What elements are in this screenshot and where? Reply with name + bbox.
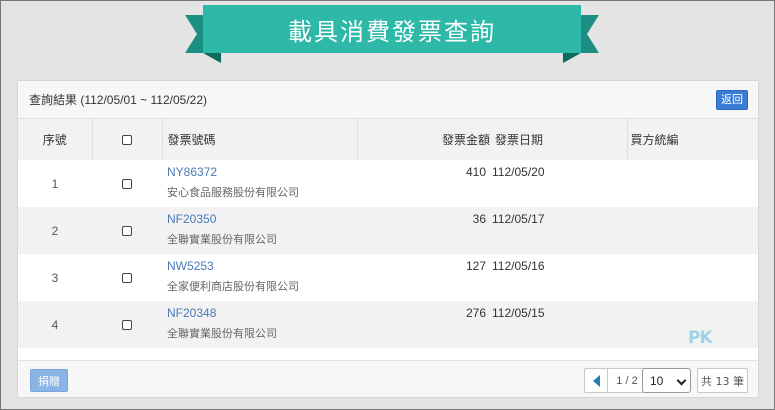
- buyer-id: [627, 160, 758, 207]
- invoice-amount: 276: [465, 306, 486, 320]
- seller-name: 全聯實業股份有限公司: [167, 326, 277, 340]
- invoice-number-link[interactable]: NF20348: [167, 305, 357, 321]
- invoice-date: 112/05/20: [492, 165, 545, 179]
- invoice-cell: NF20350 全聯實業股份有限公司: [162, 207, 357, 254]
- seller-name: 安心食品服務股份有限公司: [167, 185, 299, 199]
- invoice-number-link[interactable]: NW5253: [167, 258, 357, 274]
- header-buyer-id: 買方統編: [626, 119, 758, 160]
- ribbon-fold-left: [203, 53, 221, 63]
- buyer-id: [627, 207, 758, 254]
- select-all-checkbox[interactable]: [122, 135, 132, 146]
- title-banner: 載具消費發票查詢: [185, 5, 599, 67]
- page-size-value: 10: [650, 373, 664, 388]
- row-number: 4: [51, 317, 59, 332]
- row-checkbox[interactable]: [122, 273, 132, 284]
- buyer-id: [627, 254, 758, 301]
- header-select-all: [91, 119, 162, 160]
- row-checkbox-cell: [92, 207, 162, 254]
- invoice-date: 112/05/15: [492, 306, 545, 320]
- invoice-cell: NF20348 全聯實業股份有限公司: [162, 301, 357, 348]
- row-checkbox-cell: [92, 160, 162, 207]
- row-checkbox[interactable]: [122, 226, 132, 237]
- ribbon-fold-right: [563, 53, 581, 63]
- row-checkbox[interactable]: [122, 320, 132, 331]
- banner-title: 載具消費發票查詢: [203, 5, 581, 53]
- table-row: 4 NF20348 全聯實業股份有限公司 276 112/05/15: [18, 301, 758, 348]
- watermark-logo: PK: [688, 328, 713, 348]
- invoice-date: 112/05/16: [492, 259, 545, 273]
- panel-footer: 捐贈 1 / 2 10 共 13 筆: [18, 360, 758, 397]
- invoice-number-link[interactable]: NF20350: [167, 211, 357, 227]
- row-checkbox-cell: [92, 254, 162, 301]
- table-row: 2 NF20350 全聯實業股份有限公司 36 112/05/17: [18, 207, 758, 254]
- header-amount: 發票金額: [356, 119, 492, 160]
- header-date: 發票日期: [495, 133, 544, 147]
- chevron-down-icon: [676, 375, 687, 386]
- table-header-row: 序號 發票號碼 發票金額 發票日期 買方統編: [18, 119, 758, 160]
- table-row: 3 NW5253 全家便利商店股份有限公司 127 112/05/16: [18, 254, 758, 301]
- watermark-text: PK: [688, 328, 713, 348]
- row-number: 2: [51, 223, 59, 238]
- row-checkbox-cell: [92, 301, 162, 348]
- invoice-cell: NY86372 安心食品服務股份有限公司: [162, 160, 357, 207]
- donate-button[interactable]: 捐贈: [30, 369, 68, 392]
- page-indicator: 1 / 2: [608, 368, 646, 393]
- row-checkbox[interactable]: [122, 179, 132, 190]
- invoice-table: 序號 發票號碼 發票金額 發票日期 買方統編 1 NY86372 安心食品服務股…: [18, 119, 758, 348]
- invoice-cell: NW5253 全家便利商店股份有限公司: [162, 254, 357, 301]
- invoice-number-link[interactable]: NY86372: [167, 164, 357, 180]
- panel-header: 查詢結果 (112/05/01 ~ 112/05/22) 返回: [18, 81, 758, 119]
- total-count: 共 13 筆: [697, 368, 748, 393]
- page-size-select[interactable]: 10: [642, 368, 691, 393]
- seller-name: 全家便利商店股份有限公司: [167, 279, 299, 293]
- chevron-left-icon: [592, 374, 600, 387]
- table-row: 1 NY86372 安心食品服務股份有限公司 410 112/05/20: [18, 160, 758, 207]
- results-panel: 查詢結果 (112/05/01 ~ 112/05/22) 返回 序號 發票號碼 …: [17, 80, 759, 398]
- header-invoice-no: 發票號碼: [161, 119, 357, 160]
- panel-title: 查詢結果 (112/05/01 ~ 112/05/22): [29, 93, 207, 107]
- invoice-amount: 36: [472, 212, 486, 226]
- invoice-amount: 127: [465, 259, 486, 273]
- invoice-amount: 410: [465, 165, 486, 179]
- back-button[interactable]: 返回: [716, 89, 748, 110]
- header-no: 序號: [42, 133, 67, 147]
- row-number: 1: [51, 176, 59, 191]
- prev-page-button[interactable]: [584, 368, 608, 393]
- invoice-date: 112/05/17: [492, 212, 545, 226]
- seller-name: 全聯實業股份有限公司: [167, 232, 277, 246]
- row-number: 3: [51, 270, 59, 285]
